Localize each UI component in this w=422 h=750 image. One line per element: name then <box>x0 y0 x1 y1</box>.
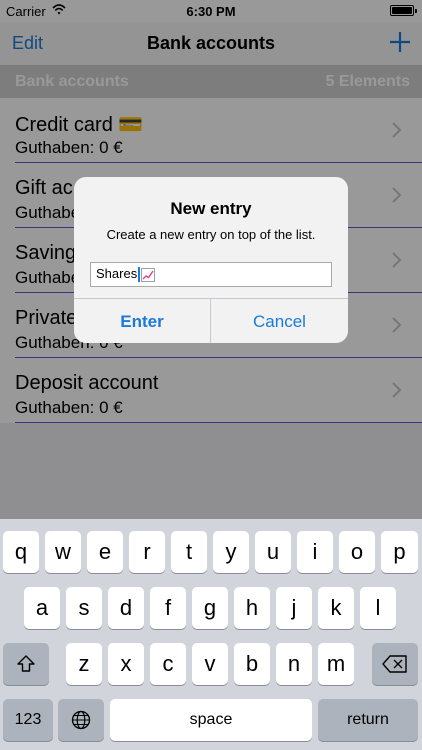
key-e[interactable]: e <box>87 531 123 573</box>
key-h[interactable]: h <box>234 587 270 629</box>
entry-name-field[interactable]: Shares <box>90 262 332 287</box>
shift-icon <box>17 655 35 672</box>
space-key[interactable]: space <box>110 699 312 741</box>
new-entry-alert: New entry Create a new entry on top of t… <box>74 177 348 343</box>
backspace-key[interactable] <box>372 643 418 685</box>
key-o[interactable]: o <box>339 531 375 573</box>
key-v[interactable]: v <box>192 643 228 685</box>
key-n[interactable]: n <box>276 643 312 685</box>
key-l[interactable]: l <box>360 587 396 629</box>
return-key[interactable]: return <box>318 699 418 741</box>
text-cursor <box>138 267 141 283</box>
key-a[interactable]: a <box>24 587 60 629</box>
key-i[interactable]: i <box>297 531 333 573</box>
alert-title: New entry <box>170 199 252 218</box>
key-c[interactable]: c <box>150 643 186 685</box>
on-screen-keyboard: q w e r t y u i o p a s d f g h j k l z … <box>0 519 422 750</box>
key-j[interactable]: j <box>276 587 312 629</box>
key-w[interactable]: w <box>45 531 81 573</box>
chart-increasing-icon <box>141 267 156 282</box>
key-r[interactable]: r <box>129 531 165 573</box>
numbers-key[interactable]: 123 <box>3 699 53 741</box>
key-p[interactable]: p <box>381 531 418 573</box>
key-b[interactable]: b <box>234 643 270 685</box>
key-s[interactable]: s <box>66 587 102 629</box>
entry-name-value: Shares <box>96 266 138 281</box>
key-t[interactable]: t <box>171 531 207 573</box>
backspace-icon <box>382 655 407 673</box>
globe-key[interactable] <box>58 699 104 741</box>
alert-message: Create a new entry on top of the list. <box>106 227 316 242</box>
key-k[interactable]: k <box>318 587 354 629</box>
key-d[interactable]: d <box>108 587 144 629</box>
key-z[interactable]: z <box>66 643 102 685</box>
key-y[interactable]: y <box>213 531 249 573</box>
key-u[interactable]: u <box>255 531 291 573</box>
enter-button[interactable]: Enter <box>74 299 211 343</box>
key-g[interactable]: g <box>192 587 228 629</box>
key-m[interactable]: m <box>318 643 354 685</box>
key-x[interactable]: x <box>108 643 144 685</box>
globe-icon <box>71 710 91 730</box>
shift-key[interactable] <box>3 643 49 685</box>
cancel-button[interactable]: Cancel <box>211 299 348 343</box>
alert-button-bar: Enter Cancel <box>74 298 348 343</box>
key-f[interactable]: f <box>150 587 186 629</box>
key-q[interactable]: q <box>3 531 39 573</box>
